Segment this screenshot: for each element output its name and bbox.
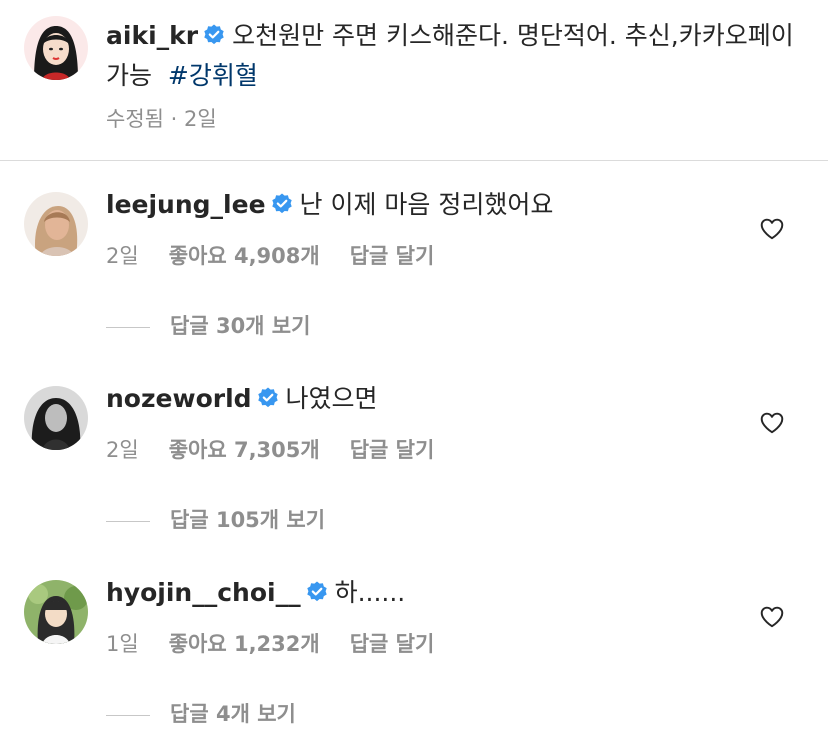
- comment-body: 난 이제 마음 정리했어요: [299, 190, 554, 219]
- replies-line: [106, 326, 150, 328]
- view-replies-label: 답글 105개 보기: [170, 508, 326, 532]
- reply-button[interactable]: 답글 달기: [350, 244, 435, 268]
- avatar-illustration: [24, 16, 88, 80]
- avatar-photo: [24, 192, 88, 256]
- replies-line: [106, 520, 150, 522]
- comment-time: 2일: [106, 244, 139, 268]
- avatar[interactable]: [24, 580, 88, 644]
- comment-username[interactable]: leejung_lee: [106, 190, 266, 219]
- verified-badge-icon: [306, 581, 327, 602]
- view-replies-label: 답글 4개 보기: [170, 702, 296, 726]
- avatar[interactable]: [24, 16, 88, 80]
- comment-text: leejung_lee 난 이제 마음 정리했어요: [106, 188, 553, 222]
- replies-line: [106, 714, 150, 716]
- hashtag-link[interactable]: #강휘혈: [168, 61, 258, 90]
- comment-item: hyojin__choi__ 하...... 1일 좋아요 1,232개 답글 달기 …: [0, 549, 828, 743]
- comment-meta: 2일 좋아요 7,305개 답글 달기: [106, 434, 464, 464]
- comment-meta: 2일 좋아요 4,908개 답글 달기: [106, 240, 464, 270]
- view-replies-label: 답글 30개 보기: [170, 314, 311, 338]
- comment-time: 2일: [106, 438, 139, 462]
- caption-text: aiki_kr 오천원만 주면 키스해준다. 명단적어. 추신,카카오페이가능 #…: [106, 16, 806, 96]
- comment-item: leejung_lee 난 이제 마음 정리했어요 2일 좋아요 4,908개 답글 …: [0, 161, 828, 355]
- heart-outline-icon[interactable]: [759, 604, 785, 630]
- heart-outline-icon[interactable]: [759, 216, 785, 242]
- avatar[interactable]: [24, 192, 88, 256]
- verified-badge-icon: [204, 24, 224, 45]
- comment-time: 1일: [106, 632, 139, 656]
- verified-badge-icon: [271, 193, 292, 214]
- comment-item: nozeworld 나였으면 2일 좋아요 7,305개 답글 달기 답글 105개 …: [0, 355, 828, 549]
- likes-count[interactable]: 좋아요 4,908개: [169, 244, 320, 268]
- comment-username[interactable]: nozeworld: [106, 384, 252, 413]
- comment-body: 나였으면: [285, 384, 378, 413]
- view-replies-button[interactable]: 답글 4개 보기: [106, 698, 296, 728]
- view-replies-button[interactable]: 답글 30개 보기: [106, 310, 310, 340]
- comment-text: nozeworld 나였으면: [106, 382, 378, 416]
- avatar-photo: [24, 386, 88, 450]
- caption-username[interactable]: aiki_kr: [106, 21, 198, 50]
- verified-badge-icon: [257, 387, 278, 408]
- comment-username[interactable]: hyojin__choi__: [106, 578, 301, 607]
- reply-button[interactable]: 답글 달기: [350, 632, 435, 656]
- comment-body: 하......: [334, 578, 406, 607]
- avatar-illustration: [24, 580, 88, 644]
- caption-edited-time: 수정됨 · 2일: [106, 107, 217, 131]
- likes-count[interactable]: 좋아요 7,305개: [169, 438, 320, 462]
- avatar[interactable]: [24, 386, 88, 450]
- view-replies-button[interactable]: 답글 105개 보기: [106, 504, 325, 534]
- post-caption: aiki_kr 오천원만 주면 키스해준다. 명단적어. 추신,카카오페이가능 #…: [0, 0, 828, 160]
- reply-button[interactable]: 답글 달기: [350, 438, 435, 462]
- comment-text: hyojin__choi__ 하......: [106, 576, 405, 610]
- likes-count[interactable]: 좋아요 1,232개: [169, 632, 320, 656]
- heart-outline-icon[interactable]: [759, 410, 785, 436]
- comment-meta: 1일 좋아요 1,232개 답글 달기: [106, 628, 464, 658]
